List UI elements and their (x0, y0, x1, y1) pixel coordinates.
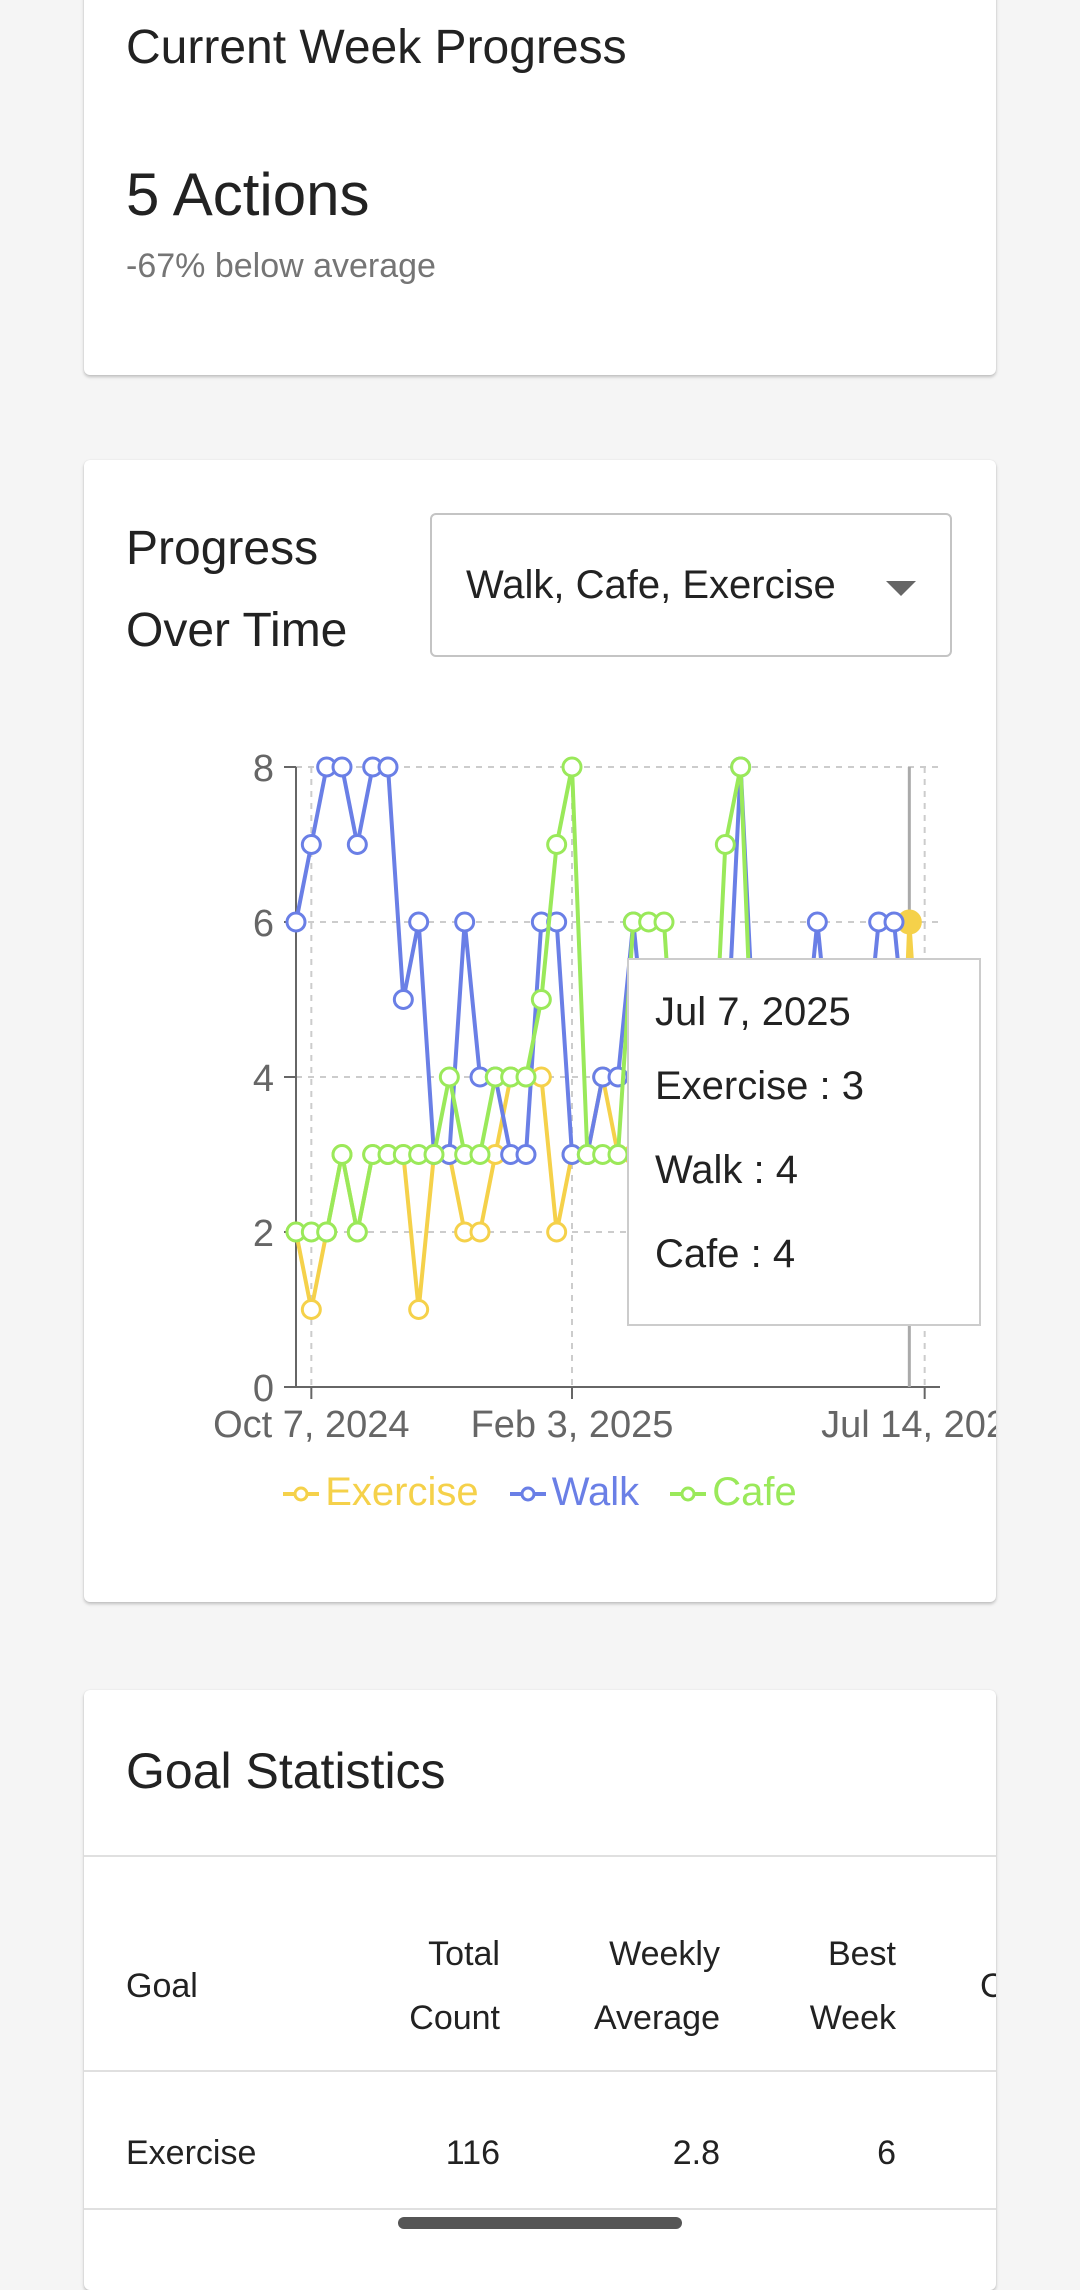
data-point-cafe (469, 1144, 491, 1165)
legend-walk-marker-icon (509, 1486, 546, 1502)
column-header-weekly-average[interactable]: Weekly Average (594, 1922, 720, 2050)
tooltip-cafe: Cafe : 4 (655, 1232, 796, 1276)
data-point-cafe (530, 989, 552, 1010)
legend-cafe[interactable]: Cafe (670, 1470, 797, 1515)
legend-exercise-marker-icon (283, 1486, 320, 1502)
current-week-title: Current Week Progress (126, 21, 627, 74)
legend-exercise[interactable]: Exercise (283, 1470, 479, 1515)
y-tick-label: 2 (253, 1213, 274, 1255)
column-header-clipped[interactable]: C (980, 1954, 996, 2018)
data-point-cafe (653, 911, 675, 933)
table-divider (84, 2208, 996, 2210)
cell-goal: Exercise (126, 2134, 257, 2172)
home-indicator[interactable] (398, 2217, 682, 2229)
data-point-walk (806, 911, 828, 933)
data-point-walk (454, 911, 476, 933)
data-point-cafe (607, 1144, 629, 1165)
data-point-exercise (546, 1221, 568, 1243)
data-point-cafe (515, 1066, 537, 1088)
progress-over-time-card: Progress Over Time Walk, Cafe, Exercise … (84, 460, 996, 1602)
column-header-total-count[interactable]: Total Count (409, 1922, 500, 2050)
data-point-cafe (331, 1144, 353, 1165)
data-point-walk (346, 834, 368, 855)
y-tick-label: 6 (253, 903, 274, 945)
data-point-cafe (714, 834, 736, 855)
data-point-walk (377, 756, 399, 778)
legend-cafe-marker-icon (670, 1486, 707, 1502)
cell-best-week: 6 (877, 2134, 896, 2172)
data-point-cafe (316, 1221, 338, 1243)
data-point-walk (285, 911, 307, 933)
tooltip-date: Jul 7, 2025 (655, 990, 851, 1034)
data-point-cafe (561, 756, 583, 778)
tooltip-exercise: Exercise : 3 (655, 1064, 864, 1108)
column-header-goal[interactable]: Goal (126, 1954, 198, 2018)
legend-walk[interactable]: Walk (509, 1470, 640, 1515)
goal-statistics-title: Goal Statistics (126, 1743, 446, 1799)
tooltip-walk: Walk : 4 (655, 1148, 798, 1192)
data-point-walk (515, 1144, 537, 1165)
legend-exercise-label: Exercise (325, 1470, 479, 1514)
data-point-walk (883, 911, 905, 933)
data-point-exercise (469, 1221, 491, 1243)
table-divider (84, 2070, 996, 2072)
chart-legend: Exercise Walk Cafe (84, 1470, 996, 1515)
data-point-cafe (546, 834, 568, 855)
data-point-exercise (408, 1299, 430, 1320)
goal-statistics-card: Goal Statistics Goal Total Count Weekly … (84, 1690, 996, 2290)
current-week-card: Current Week Progress 5 Actions -67% bel… (84, 0, 996, 375)
data-point-walk (331, 756, 353, 778)
data-point-cafe (730, 756, 752, 778)
data-point-walk (300, 834, 322, 855)
chart-tooltip: Jul 7, 2025 Exercise : 3 Walk : 4 Cafe :… (627, 958, 981, 1326)
cell-weekly-average: 2.8 (672, 2134, 720, 2172)
y-tick-label: 8 (253, 748, 274, 790)
x-tick-label: Oct 7, 2024 (213, 1404, 409, 1446)
column-header-best-week[interactable]: Best Week (810, 1922, 896, 2050)
data-point-walk (408, 911, 430, 933)
data-point-cafe (438, 1066, 460, 1088)
data-point-exercise (300, 1299, 322, 1320)
data-point-walk (392, 989, 414, 1010)
cell-total-count: 116 (445, 2134, 500, 2172)
legend-walk-label: Walk (551, 1470, 640, 1514)
y-tick-label: 4 (253, 1058, 274, 1100)
x-tick-label: Jul 14, 2025 (821, 1404, 996, 1446)
data-point-cafe (423, 1144, 445, 1165)
data-point-cafe (346, 1221, 368, 1243)
x-tick-label: Feb 3, 2025 (471, 1404, 674, 1446)
actions-count: 5 Actions (126, 161, 370, 228)
average-comparison: -67% below average (126, 247, 436, 285)
legend-cafe-label: Cafe (712, 1470, 797, 1514)
header-divider (84, 1855, 996, 1857)
